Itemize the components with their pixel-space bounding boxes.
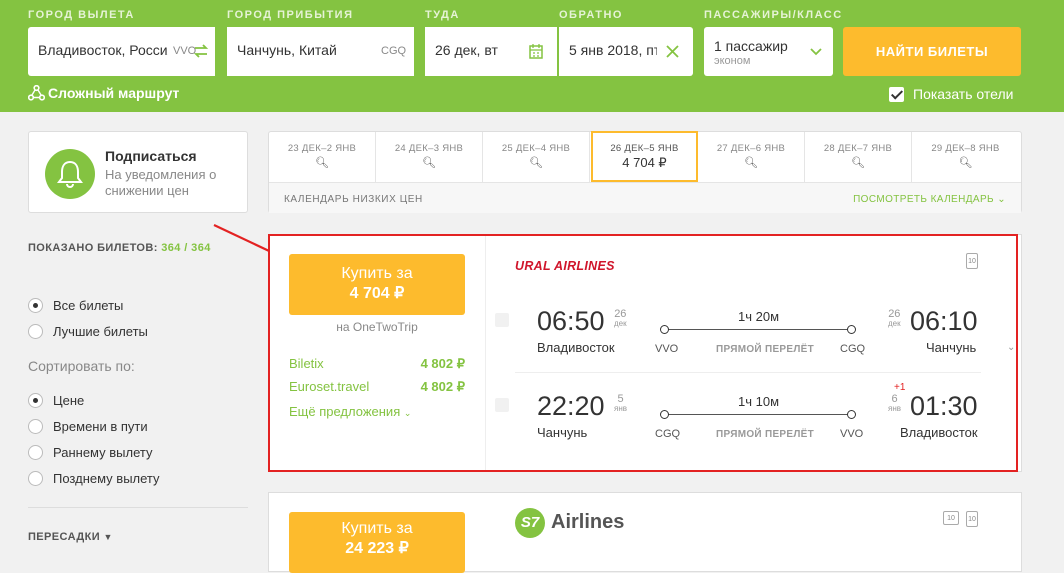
pax-value: 1 пассажир: [714, 38, 788, 54]
sort-label: Позднему вылету: [53, 471, 160, 486]
calendar-day-label: 23 ДЕК–2 ЯНВ: [287, 143, 357, 154]
search-icon: 🔍︎: [958, 157, 973, 169]
show-hotels-toggle[interactable]: Показать отели: [889, 86, 1013, 102]
sort-travel-time[interactable]: Времени в пути: [28, 419, 148, 434]
swap-icon[interactable]: [193, 43, 209, 59]
transfers-label: ПЕРЕСАДКИ: [28, 531, 100, 543]
filter-label: Все билеты: [53, 298, 124, 313]
calendar-day-label: 28 ДЕК–7 ЯНВ: [823, 143, 893, 154]
chevron-down-icon: ⌄: [997, 194, 1006, 205]
calendar-day-label: 25 ДЕК–4 ЯНВ: [501, 143, 571, 154]
calendar-day-selected[interactable]: 26 ДЕК–5 ЯНВ 4 704 ₽: [591, 131, 698, 182]
subscribe-box[interactable]: Подписаться На уведомления о снижении це…: [28, 131, 248, 213]
search-icon: 🔍︎: [744, 157, 758, 169]
calendar-day[interactable]: 25 ДЕК–4 ЯНВ 🔍︎: [483, 132, 590, 182]
pax-class: эконом: [714, 55, 751, 67]
depart-label: ТУДА: [425, 9, 460, 21]
return-label: ОБРАТНО: [559, 9, 623, 21]
filter-all-tickets[interactable]: Все билеты: [28, 298, 123, 313]
airline-name: Airlines: [551, 511, 625, 533]
depart-value: 26 дек, вт: [435, 42, 498, 58]
filter-best-tickets[interactable]: Лучшие билеты: [28, 324, 148, 339]
show-hotels-checkbox[interactable]: [889, 87, 904, 102]
sort-label: Раннему вылету: [53, 445, 153, 460]
return-field[interactable]: 5 янв 2018, пт: [559, 27, 693, 76]
sort-label: Времени в пути: [53, 419, 148, 434]
sort-late-departure[interactable]: Позднему вылету: [28, 471, 160, 486]
search-header: ГОРОД ВЫЛЕТА Владивосток, Россия VVO ГОР…: [0, 0, 1064, 112]
subscribe-desc: На уведомления о снижении цен: [105, 167, 217, 198]
sort-label: Цене: [53, 393, 85, 408]
radio-button[interactable]: [28, 324, 43, 339]
pax-label: ПАССАЖИРЫ/КЛАСС: [704, 9, 843, 21]
from-field[interactable]: Владивосток, Россия VVO: [28, 27, 215, 76]
view-calendar-link[interactable]: ПОСМОТРЕТЬ КАЛЕНДАРЬ ⌄: [853, 194, 1006, 205]
buy-button[interactable]: Купить за 24 223 ₽: [289, 512, 465, 573]
divider: [28, 507, 248, 508]
show-hotels-label: Показать отели: [913, 86, 1014, 102]
to-field[interactable]: Чанчунь, Китай CGQ: [227, 27, 414, 76]
calendar-day[interactable]: 28 ДЕК–7 ЯНВ 🔍︎: [805, 132, 912, 182]
hand-luggage-icon: 10: [943, 511, 959, 525]
route-icon: [27, 84, 46, 101]
radio-button[interactable]: [28, 393, 43, 408]
chevron-down-icon: [810, 48, 822, 56]
calendar-day[interactable]: 29 ДЕК–8 ЯНВ 🔍︎: [912, 132, 1019, 182]
buy-price: 24 223 ₽: [345, 540, 409, 557]
tickets-shown: ПОКАЗАНО БИЛЕТОВ: 364 / 364: [28, 242, 211, 254]
transfers-filter[interactable]: ПЕРЕСАДКИ ▼: [28, 531, 113, 543]
radio-button[interactable]: [28, 445, 43, 460]
complex-route-label: Сложный маршрут: [48, 85, 180, 101]
from-value: Владивосток, Россия: [38, 42, 168, 58]
search-icon: 🔍︎: [422, 157, 436, 169]
calendar-day-label: 29 ДЕК–8 ЯНВ: [931, 143, 1000, 154]
low-prices-label: КАЛЕНДАРЬ НИЗКИХ ЦЕН: [284, 194, 423, 205]
sort-early-departure[interactable]: Раннему вылету: [28, 445, 153, 460]
calendar-day-price: 4 704 ₽: [622, 155, 667, 170]
tickets-shown-label: ПОКАЗАНО БИЛЕТОВ:: [28, 242, 158, 254]
calendar-day[interactable]: 27 ДЕК–6 ЯНВ 🔍︎: [698, 132, 805, 182]
search-icon: 🔍︎: [315, 157, 329, 169]
calendar-day[interactable]: 23 ДЕК–2 ЯНВ 🔍︎: [269, 132, 376, 182]
to-value: Чанчунь, Китай: [237, 42, 337, 58]
to-label: ГОРОД ПРИБЫТИЯ: [227, 9, 354, 21]
radio-button[interactable]: [28, 471, 43, 486]
sort-by-label: Сортировать по:: [28, 358, 135, 374]
sort-price[interactable]: Цене: [28, 393, 84, 408]
subscribe-title: Подписаться: [105, 148, 197, 164]
from-label: ГОРОД ВЫЛЕТА: [28, 9, 135, 21]
bell-icon: [45, 149, 95, 199]
search-icon: 🔍︎: [851, 157, 865, 169]
caret-down-icon: ▼: [103, 532, 113, 542]
calendar-day[interactable]: 24 ДЕК–3 ЯНВ 🔍︎: [376, 132, 483, 182]
luggage-icon: 10: [966, 511, 978, 527]
calendar-day-label: 24 ДЕК–3 ЯНВ: [394, 143, 464, 154]
price-calendar: 23 ДЕК–2 ЯНВ 🔍︎ 24 ДЕК–3 ЯНВ 🔍︎ 25 ДЕК–4 Я…: [268, 131, 1022, 213]
calendar-day-label: 26 ДЕК–5 ЯНВ: [610, 143, 679, 154]
radio-button[interactable]: [28, 419, 43, 434]
airline-logo-icon: S7: [515, 508, 545, 538]
tickets-shown-count: 364 / 364: [161, 242, 211, 254]
highlight-box: [268, 234, 1018, 472]
complex-route-link[interactable]: Сложный маршрут: [27, 84, 180, 101]
to-code: CGQ: [381, 45, 407, 57]
find-tickets-button[interactable]: НАЙТИ БИЛЕТЫ: [843, 27, 1021, 76]
view-calendar-label: ПОСМОТРЕТЬ КАЛЕНДАРЬ: [853, 194, 995, 205]
calendar-footer: КАЛЕНДАРЬ НИЗКИХ ЦЕН ПОСМОТРЕТЬ КАЛЕНДАР…: [269, 182, 1021, 213]
radio-button[interactable]: [28, 298, 43, 313]
filter-label: Лучшие билеты: [53, 324, 148, 339]
return-value: 5 янв 2018, пт: [569, 42, 657, 58]
search-icon: 🔍︎: [529, 157, 543, 169]
buy-label: Купить за: [341, 520, 413, 537]
depart-field[interactable]: 26 дек, вт: [425, 27, 557, 76]
pax-field[interactable]: 1 пассажир эконом: [704, 27, 833, 76]
calendar-day-label: 27 ДЕК–6 ЯНВ: [716, 143, 786, 154]
clear-icon[interactable]: [666, 45, 679, 58]
calendar-icon[interactable]: [529, 44, 543, 59]
